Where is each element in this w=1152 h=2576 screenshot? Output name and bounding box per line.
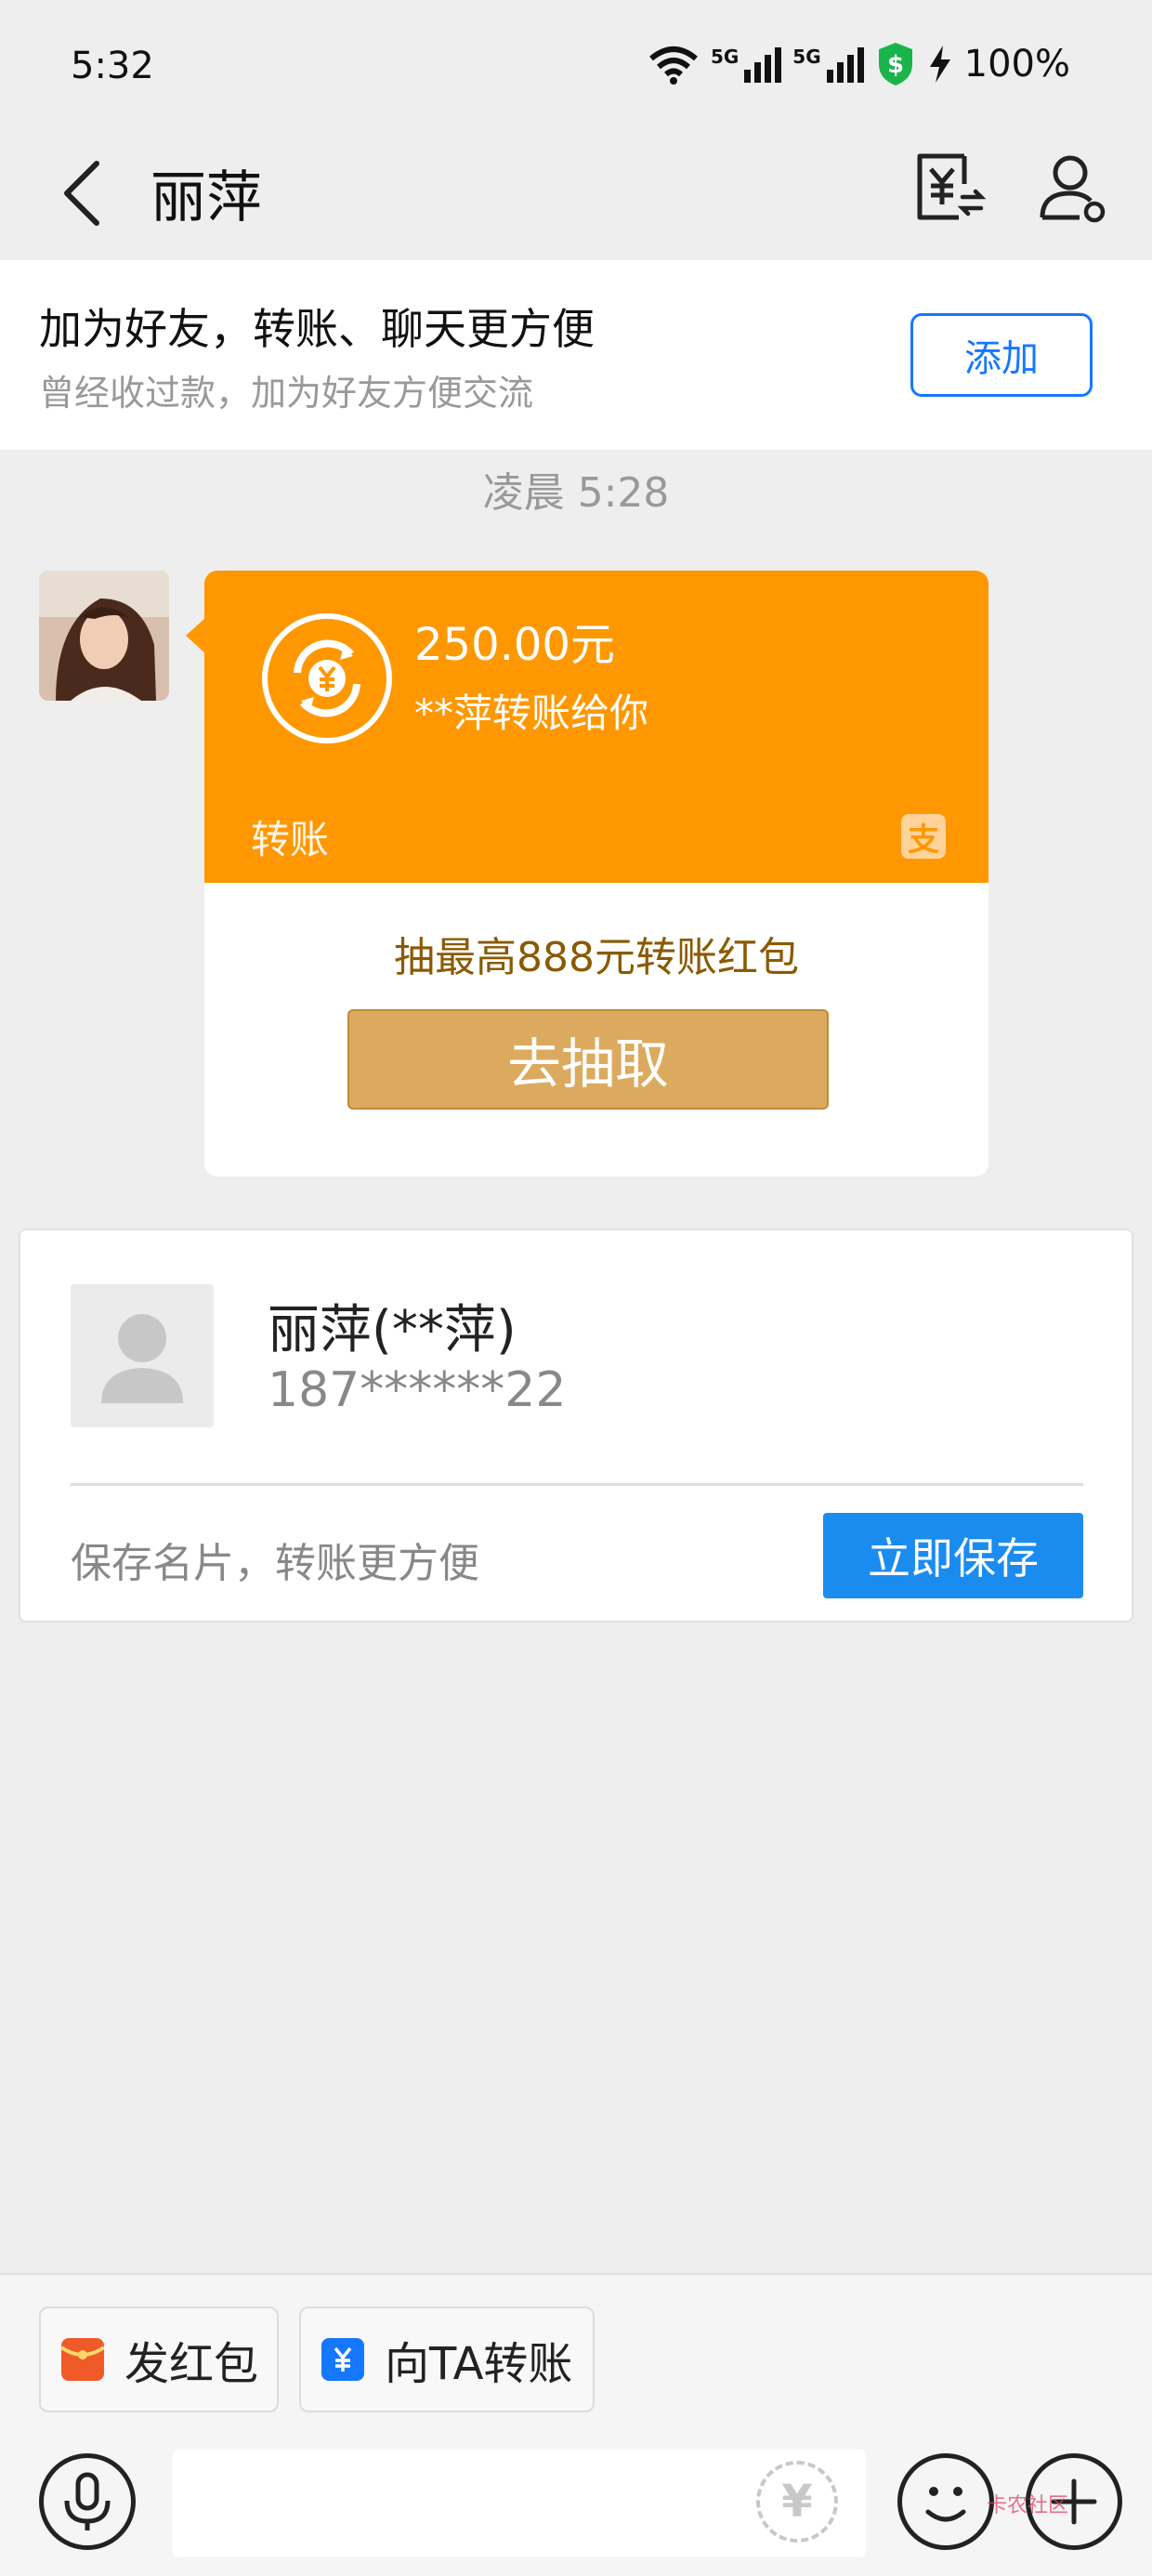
message-input[interactable]: ¥ bbox=[173, 2450, 866, 2557]
red-packet-icon bbox=[61, 2338, 104, 2381]
emoji-icon bbox=[925, 2487, 966, 2522]
transfer-to-user-button[interactable]: 向TA转账 bbox=[299, 2307, 595, 2412]
contact-name: 丽萍(**萍) bbox=[268, 1300, 517, 1360]
back-arrow-icon bbox=[64, 161, 99, 226]
profile-button[interactable] bbox=[1028, 141, 1120, 234]
yen-icon[interactable]: ¥ bbox=[756, 2461, 838, 2543]
card-divider bbox=[71, 1483, 1083, 1486]
transfer-amount: 250.00元 bbox=[414, 619, 615, 671]
red-packet-label: 发红包 bbox=[124, 2338, 259, 2390]
transfer-button[interactable] bbox=[903, 141, 996, 234]
avatar-photo bbox=[39, 571, 169, 701]
alipay-logo-icon: 支 bbox=[901, 814, 946, 859]
transfer-sender: **萍转账给你 bbox=[414, 690, 649, 736]
status-icons: 5G 5G $ 100% bbox=[648, 41, 1070, 87]
wifi-icon bbox=[649, 46, 698, 85]
watermark: 卡农社区 bbox=[987, 2494, 1069, 2517]
draw-button[interactable]: 去抽取 bbox=[347, 1009, 829, 1110]
promo-text: 抽最高888元转账红包 bbox=[394, 934, 799, 981]
transfer-to-user-label: 向TA转账 bbox=[385, 2338, 573, 2390]
svg-text:$: $ bbox=[887, 51, 904, 79]
contact-phone: 187******22 bbox=[268, 1362, 567, 1418]
banner-heading: 加为好友，转账、聊天更方便 bbox=[39, 304, 595, 354]
save-contact-button[interactable]: 立即保存 bbox=[823, 1513, 1083, 1598]
transfer-icon bbox=[321, 2338, 364, 2381]
add-friend-banner: 加为好友，转账、聊天更方便 曾经收过款，加为好友方便交流 添加 bbox=[0, 260, 1152, 450]
back-button[interactable] bbox=[52, 147, 111, 240]
transfer-yen-icon bbox=[917, 153, 987, 220]
emoji-button[interactable] bbox=[897, 2453, 994, 2550]
page-title: 丽萍 bbox=[151, 165, 262, 230]
battery-percent: 100% bbox=[963, 43, 1070, 85]
default-avatar-icon bbox=[71, 1284, 214, 1427]
banner-subtext: 曾经收过款，加为好友方便交流 bbox=[39, 373, 534, 414]
sender-avatar[interactable] bbox=[39, 571, 169, 701]
transfer-coin-icon bbox=[262, 613, 392, 743]
voice-button[interactable] bbox=[39, 2453, 136, 2550]
message-timestamp: 凌晨 5:28 bbox=[482, 469, 670, 517]
contact-card: 丽萍(**萍) 187******22 保存名片，转账更方便 立即保存 bbox=[19, 1229, 1133, 1623]
transfer-header[interactable]: 250.00元 **萍转账给你 转账 支 bbox=[204, 571, 988, 883]
status-bar: 5:32 5G 5G $ 100% bbox=[0, 0, 1152, 130]
profile-icon bbox=[1040, 155, 1106, 223]
signal-icon: 5G bbox=[711, 46, 782, 83]
voice-icon bbox=[64, 2472, 111, 2530]
charging-icon bbox=[929, 46, 950, 83]
bottom-bar: 发红包 向TA转账 ¥ bbox=[0, 2273, 1152, 2576]
status-time: 5:32 bbox=[71, 45, 154, 87]
bubble-tail bbox=[186, 617, 206, 654]
add-friend-button[interactable]: 添加 bbox=[910, 313, 1093, 397]
transfer-type-label: 转账 bbox=[251, 817, 330, 862]
shield-dollar-icon: $ bbox=[878, 43, 912, 85]
title-bar: 丽萍 bbox=[0, 130, 1152, 260]
red-packet-button[interactable]: 发红包 bbox=[39, 2307, 279, 2412]
signal-icon: 5G bbox=[792, 46, 864, 83]
transfer-message[interactable]: 250.00元 **萍转账给你 转账 支 抽最高888元转账红包 去抽取 bbox=[204, 571, 988, 1176]
save-hint: 保存名片，转账更方便 bbox=[71, 1540, 479, 1587]
